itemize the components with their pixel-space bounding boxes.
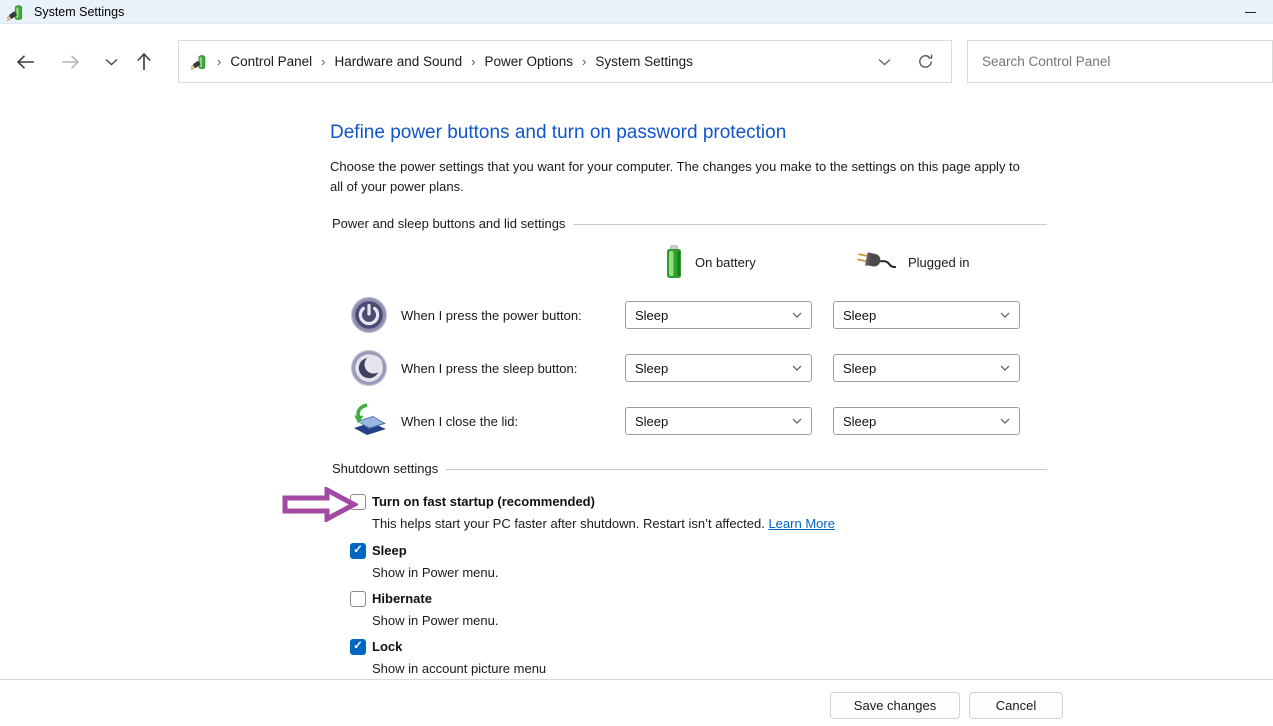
title-bar: System Settings bbox=[0, 0, 1273, 24]
breadcrumb-system-settings[interactable]: System Settings bbox=[595, 54, 693, 69]
refresh-icon bbox=[917, 53, 934, 70]
lock-item: Lock Show in account picture menu bbox=[350, 639, 546, 677]
on-battery-label: On battery bbox=[695, 255, 756, 270]
save-changes-button[interactable]: Save changes bbox=[830, 692, 960, 719]
power-options-breadcrumb-icon bbox=[191, 53, 208, 70]
minimize-icon bbox=[1245, 12, 1256, 13]
close-lid-icon bbox=[350, 402, 388, 440]
breadcrumb-hardware-and-sound[interactable]: Hardware and Sound bbox=[335, 54, 463, 69]
shutdown-section-header: Shutdown settings bbox=[332, 461, 1047, 476]
chevron-down-icon bbox=[792, 365, 802, 371]
minimize-button[interactable] bbox=[1233, 0, 1267, 24]
annotation-arrow-icon bbox=[282, 487, 358, 522]
breadcrumb-power-options[interactable]: Power Options bbox=[484, 54, 573, 69]
power-section-label: Power and sleep buttons and lid settings bbox=[332, 216, 565, 231]
lock-checkbox[interactable] bbox=[350, 639, 366, 655]
battery-icon bbox=[666, 245, 682, 279]
section-divider bbox=[573, 224, 1047, 225]
sleep-button-row-label: When I press the sleep button: bbox=[401, 361, 577, 376]
hibernate-description: Show in Power menu. bbox=[372, 613, 498, 629]
fast-startup-item: Turn on fast startup (recommended) This … bbox=[350, 494, 835, 532]
address-dropdown-button[interactable] bbox=[878, 58, 891, 66]
sleep-item: Sleep Show in Power menu. bbox=[350, 543, 498, 581]
on-battery-column-header: On battery bbox=[666, 244, 756, 280]
chevron-down-icon bbox=[792, 312, 802, 318]
chevron-down-icon bbox=[878, 58, 891, 66]
power-button-on-battery-select[interactable]: Sleep bbox=[625, 301, 812, 329]
power-button-row: When I press the power button: bbox=[350, 296, 582, 334]
chevron-down-icon bbox=[1000, 312, 1010, 318]
forward-arrow-icon bbox=[59, 53, 81, 71]
sleep-description: Show in Power menu. bbox=[372, 565, 498, 581]
power-section-header: Power and sleep buttons and lid settings bbox=[332, 216, 1047, 231]
chevron-down-icon bbox=[1000, 365, 1010, 371]
select-value: Sleep bbox=[635, 361, 668, 376]
select-value: Sleep bbox=[843, 308, 876, 323]
fast-startup-label: Turn on fast startup (recommended) bbox=[372, 494, 835, 510]
power-button-icon bbox=[350, 296, 388, 334]
hibernate-label: Hibernate bbox=[372, 591, 498, 607]
select-value: Sleep bbox=[635, 414, 668, 429]
power-button-row-label: When I press the power button: bbox=[401, 308, 582, 323]
plugged-in-label: Plugged in bbox=[908, 255, 969, 270]
lock-label: Lock bbox=[372, 639, 546, 655]
power-options-app-icon bbox=[7, 3, 25, 21]
sleep-checkbox[interactable] bbox=[350, 543, 366, 559]
breadcrumb-separator: › bbox=[217, 54, 221, 69]
cancel-button[interactable]: Cancel bbox=[969, 692, 1063, 719]
select-value: Sleep bbox=[843, 414, 876, 429]
sleep-button-on-battery-select[interactable]: Sleep bbox=[625, 354, 812, 382]
recent-pages-dropdown-button[interactable] bbox=[95, 46, 127, 78]
chevron-down-icon bbox=[1000, 418, 1010, 424]
breadcrumb-separator: › bbox=[471, 54, 475, 69]
search-input[interactable] bbox=[968, 41, 1272, 82]
sleep-button-plugged-in-select[interactable]: Sleep bbox=[833, 354, 1020, 382]
forward-button[interactable] bbox=[54, 46, 86, 78]
plug-icon bbox=[856, 250, 898, 274]
select-value: Sleep bbox=[843, 361, 876, 376]
back-button[interactable] bbox=[10, 46, 42, 78]
lock-description: Show in account picture menu bbox=[372, 661, 546, 677]
chevron-down-icon bbox=[105, 58, 118, 66]
hibernate-checkbox[interactable] bbox=[350, 591, 366, 607]
search-box bbox=[967, 40, 1273, 83]
address-bar[interactable]: › Control Panel › Hardware and Sound › P… bbox=[178, 40, 952, 83]
sleep-button-row: When I press the sleep button: bbox=[350, 349, 577, 387]
power-button-plugged-in-select[interactable]: Sleep bbox=[833, 301, 1020, 329]
breadcrumb-control-panel[interactable]: Control Panel bbox=[230, 54, 312, 69]
back-arrow-icon bbox=[15, 53, 37, 71]
chevron-down-icon bbox=[792, 418, 802, 424]
footer-bar: Save changes Cancel bbox=[0, 679, 1273, 726]
page-title: Define power buttons and turn on passwor… bbox=[330, 122, 786, 144]
plugged-in-column-header: Plugged in bbox=[856, 244, 969, 280]
up-button[interactable] bbox=[128, 46, 160, 78]
select-value: Sleep bbox=[635, 308, 668, 323]
close-lid-row-label: When I close the lid: bbox=[401, 414, 518, 429]
sleep-label: Sleep bbox=[372, 543, 498, 559]
close-lid-on-battery-select[interactable]: Sleep bbox=[625, 407, 812, 435]
shutdown-section-label: Shutdown settings bbox=[332, 461, 438, 476]
breadcrumb-separator: › bbox=[321, 54, 325, 69]
hibernate-item: Hibernate Show in Power menu. bbox=[350, 591, 498, 629]
learn-more-link[interactable]: Learn More bbox=[768, 516, 834, 531]
up-arrow-icon bbox=[135, 51, 153, 73]
window-title: System Settings bbox=[34, 5, 124, 19]
page-intro: Choose the power settings that you want … bbox=[330, 157, 1036, 197]
refresh-button[interactable] bbox=[917, 53, 934, 70]
close-lid-row: When I close the lid: bbox=[350, 402, 518, 440]
navigation-toolbar: › Control Panel › Hardware and Sound › P… bbox=[0, 25, 1273, 98]
fast-startup-description: This helps start your PC faster after sh… bbox=[372, 516, 835, 532]
breadcrumb-separator: › bbox=[582, 54, 586, 69]
close-lid-plugged-in-select[interactable]: Sleep bbox=[833, 407, 1020, 435]
section-divider bbox=[446, 469, 1047, 470]
sleep-button-icon bbox=[350, 349, 388, 387]
